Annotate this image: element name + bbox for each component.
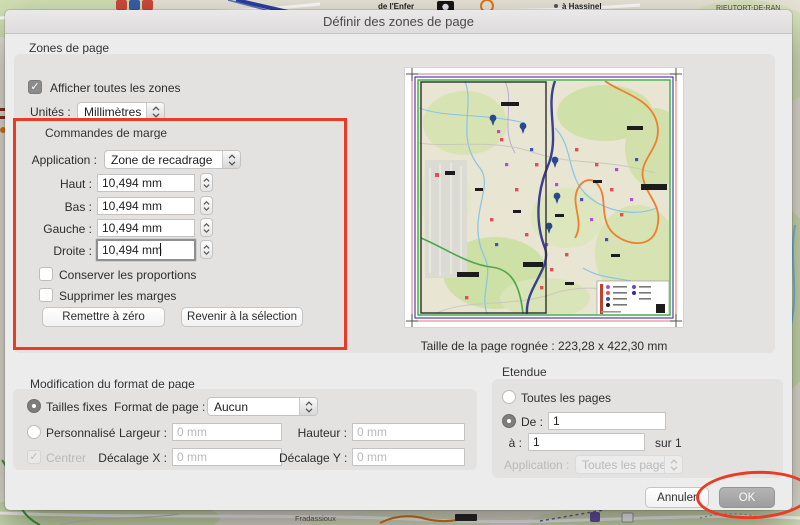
margin-group-label: Commandes de marge [45,126,167,140]
map-poi-icon [590,512,600,522]
all-pages-radio[interactable] [502,390,516,404]
height-label: Hauteur : [293,426,347,440]
bottom-margin-label: Bas : [35,200,92,214]
fixed-sizes-label: Tailles fixes [46,400,107,414]
reset-button[interactable]: Remettre à zéro [42,307,165,327]
range-application-value: Toutes les pages [576,456,664,473]
popup-updown-icon [299,398,317,415]
ok-button[interactable]: OK [719,487,775,508]
page-format-select[interactable]: Aucun [207,397,318,416]
show-all-zones-label: Afficher toutes les zones [50,81,181,95]
right-margin-label: Droite : [35,244,92,258]
to-page-input[interactable] [528,433,645,451]
show-all-zones-checkbox[interactable]: ✓ [28,80,42,94]
center-label: Centrer [46,451,86,465]
left-margin-label: Gauche : [35,222,92,236]
keep-proportions-label: Conserver les proportions [59,268,196,282]
width-input[interactable] [172,423,282,441]
map-label-fradassioux: Fradassioux [295,514,336,523]
dialog-titlebar: Définir des zones de page [5,10,792,34]
application-label: Application : [25,153,97,167]
page-preview [405,68,683,327]
range-application-label: Application : [504,458,569,472]
remove-margins-checkbox[interactable] [39,288,53,302]
cancel-button[interactable]: Annuler [645,487,709,508]
to-label: à : [504,436,522,450]
bottom-margin-input[interactable] [97,197,195,215]
fixed-sizes-radio[interactable] [27,399,41,413]
map-legend [597,281,669,317]
units-select[interactable]: Millimètres [77,102,165,121]
offset-y-input[interactable] [352,448,465,466]
top-margin-label: Haut : [35,177,92,191]
application-value: Zone de recadrage [105,151,222,168]
range-section-label: Etendue [502,365,547,379]
zones-section-label: Zones de page [29,41,109,55]
popup-updown-icon [222,151,240,168]
right-margin-input[interactable] [96,239,196,261]
offset-x-label: Décalage X : [93,451,167,465]
stepper-icon[interactable] [200,240,213,259]
map-poi-icon [129,0,140,10]
offset-x-input[interactable] [172,448,282,466]
popup-updown-icon [146,103,164,120]
page-format-label: Format de page : [114,400,205,414]
stepper-icon[interactable] [200,173,213,192]
all-pages-label: Toutes les pages [521,391,611,405]
map-poi-icon [116,0,127,10]
units-value: Millimètres [78,103,146,120]
define-page-zones-dialog: Définir des zones de page Zones de page … [5,10,792,510]
width-label: Largeur : [115,426,167,440]
left-margin-input[interactable] [97,219,195,237]
application-select[interactable]: Zone de recadrage [104,150,241,169]
from-label: De : [521,415,543,429]
page-range-radio[interactable] [502,414,516,428]
center-checkbox: ✓ [27,450,41,464]
total-pages-label: sur 1 [655,436,682,450]
keep-proportions-checkbox[interactable] [39,267,53,281]
stepper-icon[interactable] [200,218,213,237]
remove-margins-label: Supprimer les marges [59,289,176,303]
offset-y-label: Décalage Y : [279,451,347,465]
cropped-size-caption: Taille de la page rognée : 223,28 x 422,… [395,339,693,353]
units-label: Unités : [30,105,71,119]
stepper-icon[interactable] [200,196,213,215]
from-page-input[interactable] [548,412,666,430]
page-format-value: Aucun [208,398,299,415]
custom-size-radio[interactable] [27,425,41,439]
top-margin-input[interactable] [97,174,195,192]
revert-selection-button[interactable]: Revenir à la sélection [181,307,303,327]
custom-size-label: Personnalisé [46,426,115,440]
map-poi-icon [142,0,153,10]
popup-updown-icon [664,456,682,473]
page-preview-map [405,68,683,327]
dialog-title: Définir des zones de page [323,14,474,29]
text-caret [160,243,161,256]
height-input[interactable] [352,423,465,441]
range-application-select: Toutes les pages [575,455,683,474]
